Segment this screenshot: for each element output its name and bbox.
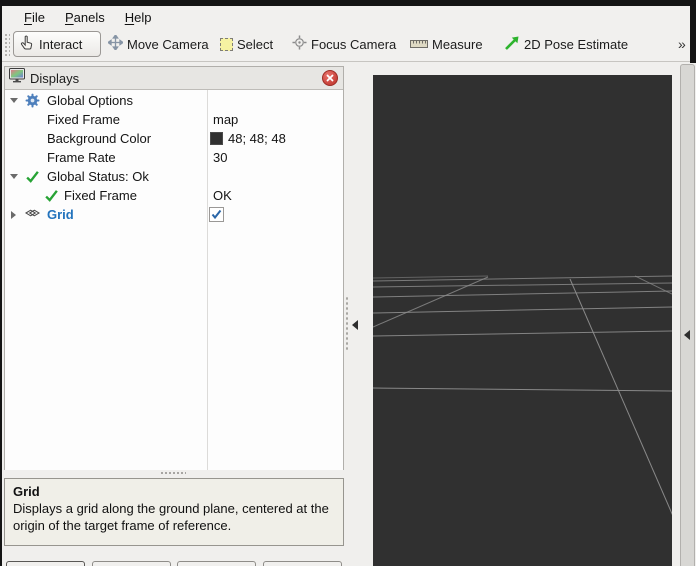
ground-grid-wireframe <box>373 75 672 566</box>
toolbar-overflow-button[interactable]: » <box>678 31 685 57</box>
tool-2d-pose-estimate-button[interactable]: 2D Pose Estimate <box>504 31 628 57</box>
color-swatch[interactable] <box>210 132 223 145</box>
bottom-button-1[interactable] <box>6 561 85 566</box>
expander-down-icon[interactable] <box>10 98 18 103</box>
check-status-icon <box>25 169 40 184</box>
fixed-frame-status-value: OK <box>213 188 232 203</box>
tool-2d-pose-estimate-label: 2D Pose Estimate <box>524 37 628 52</box>
tool-select-button[interactable]: Select <box>220 31 273 57</box>
toolbar-drag-handle[interactable] <box>4 33 10 57</box>
tool-interact-button[interactable]: Interact <box>13 31 101 57</box>
property-label: Fixed Frame <box>64 188 137 203</box>
bottom-button-2[interactable] <box>92 561 171 566</box>
collapsed-right-panel-strip[interactable] <box>680 64 695 566</box>
ruler-icon <box>410 37 428 52</box>
property-label: Global Status: Ok <box>47 169 149 184</box>
displays-panel-title: Displays <box>30 71 79 86</box>
tool-measure-label: Measure <box>432 37 483 52</box>
pose-arrow-icon <box>504 35 520 54</box>
expander-right-icon[interactable] <box>11 211 16 219</box>
grid-display-icon <box>25 207 40 222</box>
toolbar: Interact Move Camera Select Focus Camera… <box>2 28 690 62</box>
tool-select-label: Select <box>237 37 273 52</box>
displays-panel-header[interactable]: Displays <box>5 67 343 90</box>
tool-focus-camera-label: Focus Camera <box>311 37 396 52</box>
grid-enabled-checkbox[interactable] <box>209 207 224 222</box>
displays-property-tree: Global Options Fixed Frame map Backgroun… <box>5 90 343 470</box>
collapse-right-arrow-icon[interactable] <box>684 330 690 340</box>
tree-row-frame-rate[interactable]: Frame Rate 30 <box>5 148 343 167</box>
property-label: Global Options <box>47 93 133 108</box>
check-status-icon <box>44 188 59 203</box>
tree-row-fixed-frame[interactable]: Fixed Frame map <box>5 110 343 129</box>
move-icon <box>108 35 123 53</box>
crosshair-icon <box>292 35 307 53</box>
window-border-right <box>690 0 696 63</box>
tool-focus-camera-button[interactable]: Focus Camera <box>292 31 396 57</box>
expander-down-icon[interactable] <box>10 174 18 179</box>
menu-help[interactable]: Help <box>115 10 162 25</box>
rviz-window: File Panels Help Interact Move Camera Se… <box>0 0 696 566</box>
fixed-frame-value[interactable]: map <box>213 112 238 127</box>
bottom-button-4[interactable] <box>263 561 342 566</box>
tree-row-grid[interactable]: Grid <box>5 205 343 224</box>
tree-row-global-options[interactable]: Global Options <box>5 91 343 110</box>
tool-move-camera-label: Move Camera <box>127 37 209 52</box>
close-icon[interactable] <box>322 70 338 86</box>
collapse-left-arrow-icon[interactable] <box>352 320 358 330</box>
property-label: Frame Rate <box>47 150 116 165</box>
frame-rate-value[interactable]: 30 <box>213 150 227 165</box>
tool-interact-label: Interact <box>39 37 82 52</box>
tool-move-camera-button[interactable]: Move Camera <box>108 31 209 57</box>
hand-icon <box>20 35 35 53</box>
property-label: Fixed Frame <box>47 112 120 127</box>
tree-row-fixed-frame-status[interactable]: Fixed Frame OK <box>5 186 343 205</box>
bottom-button-3[interactable] <box>177 561 256 566</box>
window-border-left <box>0 6 2 566</box>
toolbar-overflow-label: » <box>678 36 685 52</box>
render-viewport-3d[interactable] <box>373 75 672 566</box>
description-splitter-handle[interactable] <box>160 471 186 476</box>
tree-row-background-color[interactable]: Background Color 48; 48; 48 <box>5 129 343 148</box>
viewport-splitter-handle[interactable] <box>345 296 349 352</box>
menu-file[interactable]: File <box>14 10 55 25</box>
tree-row-global-status[interactable]: Global Status: Ok <box>5 167 343 186</box>
menu-bar: File Panels Help <box>2 6 690 28</box>
displays-icon <box>9 68 25 88</box>
property-label: Background Color <box>47 131 151 146</box>
background-color-value[interactable]: 48; 48; 48 <box>228 131 286 146</box>
grid-display-label: Grid <box>47 207 74 222</box>
display-description-box: Grid Displays a grid along the ground pl… <box>4 478 344 546</box>
tool-measure-button[interactable]: Measure <box>410 31 483 57</box>
selection-box-icon <box>220 38 233 51</box>
menu-panels[interactable]: Panels <box>55 10 115 25</box>
displays-panel: Displays <box>4 66 344 470</box>
description-title: Grid <box>13 483 335 500</box>
description-body: Displays a grid along the ground plane, … <box>13 500 335 534</box>
gear-icon <box>25 93 40 108</box>
